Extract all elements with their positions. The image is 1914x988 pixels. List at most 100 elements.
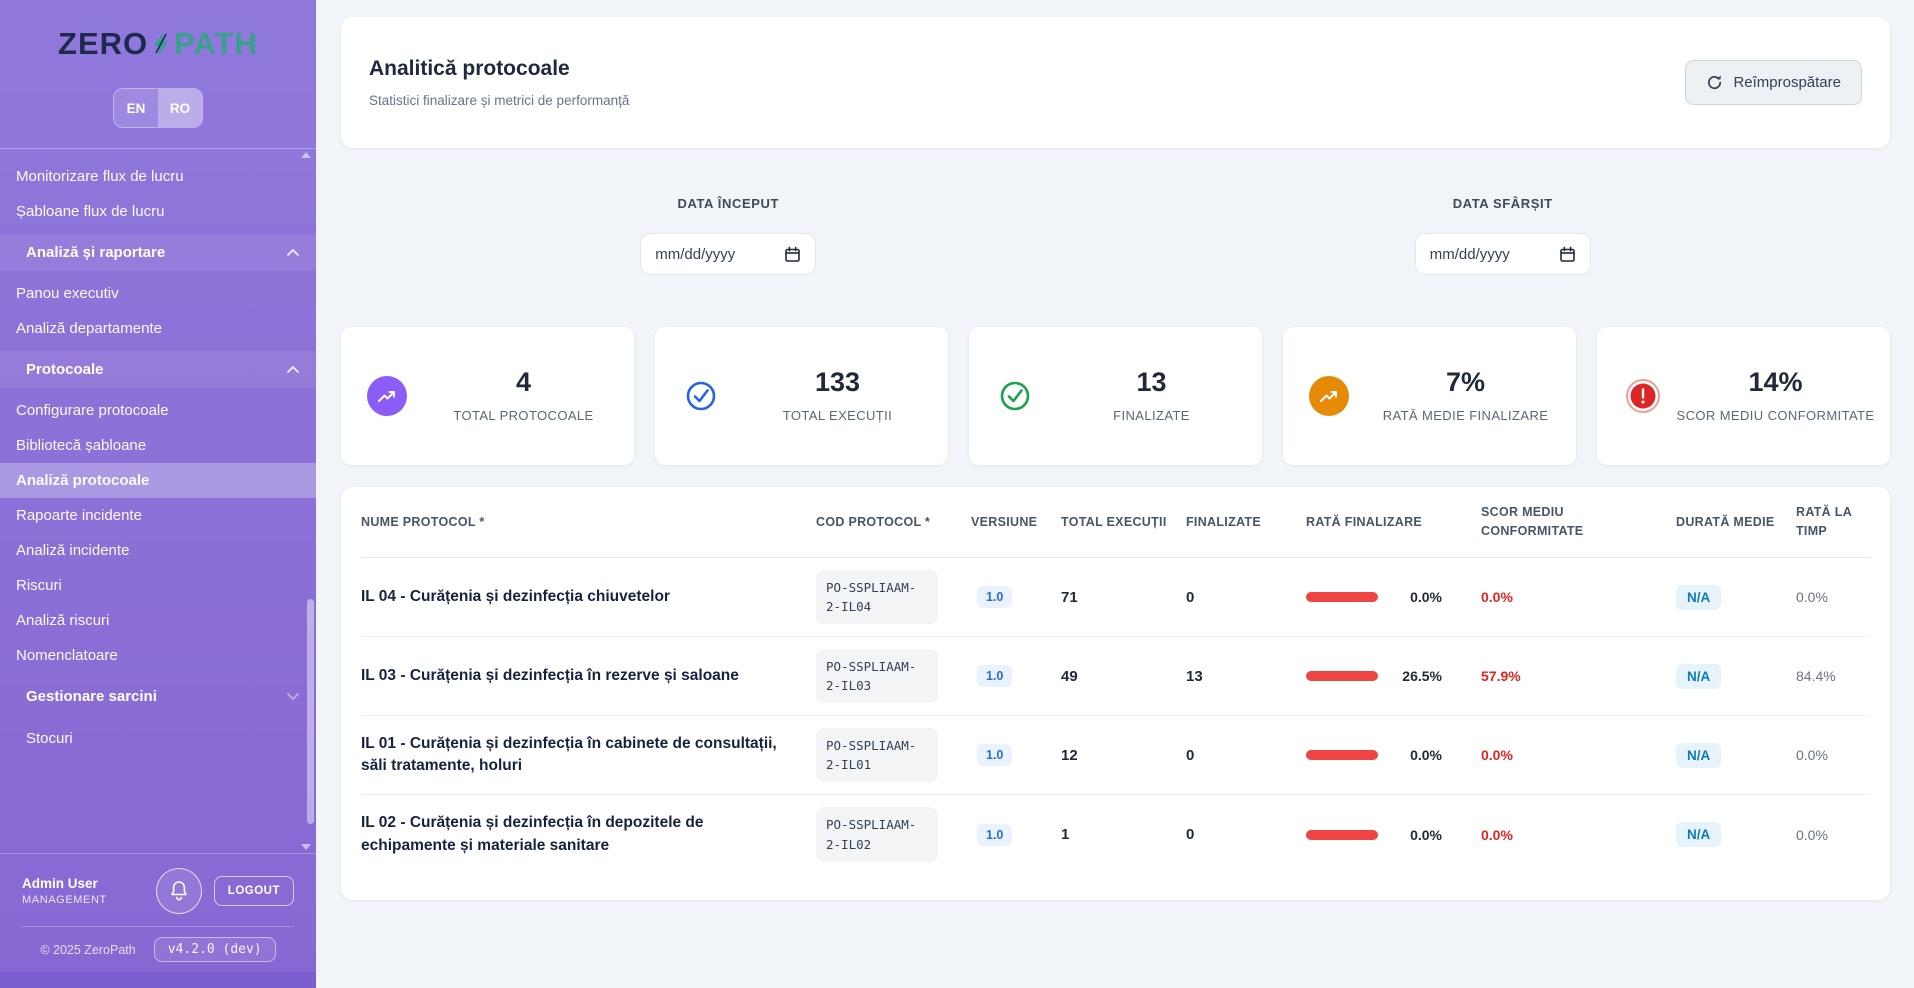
- language-en-button[interactable]: EN: [114, 89, 158, 127]
- version-badge: 1.0: [977, 824, 1012, 846]
- executions-value: 71: [1061, 589, 1186, 606]
- finalized-value: 0: [1186, 589, 1306, 606]
- table-row[interactable]: IL 03 - Curățenia și dezinfecția în reze…: [361, 637, 1870, 716]
- protocol-name: IL 03 - Curățenia și dezinfecția în reze…: [361, 665, 816, 687]
- sidebar-item-riscuri[interactable]: Riscuri: [0, 568, 316, 603]
- language-ro-button[interactable]: RO: [158, 89, 202, 127]
- completion-rate-cell: 0.0%: [1306, 827, 1481, 843]
- chevron-up-icon: [286, 365, 300, 374]
- page-title: Analitică protocoale: [369, 57, 629, 81]
- page-header-card: Analitică protocoale Statistici finaliza…: [341, 17, 1890, 148]
- trending-up-icon: [1309, 376, 1349, 416]
- stat-value: 133: [727, 367, 948, 398]
- refresh-button[interactable]: Reîmprospătare: [1685, 60, 1862, 105]
- scroll-down-icon[interactable]: [301, 844, 311, 850]
- col-finalizate: FINALIZATE: [1186, 513, 1306, 532]
- table-row[interactable]: IL 04 - Curățenia și dezinfecția chiuvet…: [361, 558, 1870, 637]
- table-header-row: NUME PROTOCOL * COD PROTOCOL * VERSIUNE …: [361, 487, 1870, 558]
- finalized-value: 0: [1186, 826, 1306, 843]
- col-cod-protocol: COD PROTOCOL *: [816, 513, 971, 532]
- scroll-up-icon[interactable]: [301, 152, 311, 158]
- sidebar-bottom-strip: [0, 972, 316, 988]
- protocol-code-badge: PO-SSPLIAAM-2-IL04: [816, 570, 938, 625]
- executions-value: 49: [1061, 668, 1186, 685]
- completion-rate-value: 0.0%: [1390, 827, 1442, 843]
- on-time-rate-value: 0.0%: [1796, 747, 1870, 763]
- sidebar: ZERO PATH EN RO Monitorizare flux de luc…: [0, 0, 316, 988]
- completion-rate-cell: 0.0%: [1306, 747, 1481, 763]
- main-content: Analitică protocoale Statistici finaliza…: [316, 0, 1914, 988]
- sidebar-item-nomenclatoare[interactable]: Nomenclatoare: [0, 638, 316, 673]
- col-versiune: VERSIUNE: [971, 513, 1061, 532]
- sidebar-item-panou-executiv[interactable]: Panou executiv: [0, 276, 316, 311]
- trending-up-icon: [367, 376, 407, 416]
- stat-label: FINALIZATE: [1041, 406, 1262, 426]
- stat-label: TOTAL PROTOCOALE: [413, 406, 634, 426]
- compliance-score-value: 0.0%: [1481, 747, 1676, 763]
- protocol-name: IL 04 - Curățenia și dezinfecția chiuvet…: [361, 586, 816, 608]
- stat-label: RATĂ MEDIE FINALIZARE: [1355, 406, 1576, 426]
- on-time-rate-value: 0.0%: [1796, 827, 1870, 843]
- sidebar-item-biblioteca-sabloane[interactable]: Bibliotecă șabloane: [0, 428, 316, 463]
- avg-duration-badge: N/A: [1676, 822, 1721, 847]
- stat-label: TOTAL EXECUȚII: [727, 406, 948, 426]
- completion-rate-value: 26.5%: [1390, 668, 1442, 684]
- end-date-input[interactable]: [1415, 233, 1591, 275]
- completion-rate-bar: [1306, 750, 1378, 760]
- protocol-name: IL 01 - Curățenia și dezinfecția în cabi…: [361, 733, 816, 778]
- check-circle-icon: [995, 376, 1035, 416]
- copyright-text: © 2025 ZeroPath: [40, 943, 135, 957]
- sidebar-item-analiza-departamente[interactable]: Analiză departamente: [0, 311, 316, 346]
- sidebar-section-protocoale[interactable]: Protocoale: [0, 351, 316, 388]
- chevron-down-icon: [286, 692, 300, 701]
- user-name: Admin User: [22, 876, 107, 891]
- version-badge: 1.0: [977, 665, 1012, 687]
- stat-value: 7%: [1355, 367, 1576, 398]
- sidebar-item-analiza-incidente[interactable]: Analiză incidente: [0, 533, 316, 568]
- stat-scor-mediu-conformitate: 14% SCOR MEDIU CONFORMITATE: [1597, 327, 1890, 465]
- stat-cards: 4 TOTAL PROTOCOALE 133 TOTAL EXECUȚII 13…: [341, 327, 1890, 465]
- completion-rate-bar: [1306, 830, 1378, 840]
- sidebar-item-configurare-protocoale[interactable]: Configurare protocoale: [0, 393, 316, 428]
- start-date-label: DATA ÎNCEPUT: [677, 196, 779, 211]
- sidebar-item-sabloane-flux[interactable]: Șabloane flux de lucru: [0, 194, 316, 229]
- start-date-field[interactable]: [655, 246, 755, 263]
- sidebar-section-analiza-raportare[interactable]: Analiză și raportare: [0, 234, 316, 271]
- logo-text-path: PATH: [174, 26, 258, 62]
- lightning-bolt-icon: [151, 31, 171, 57]
- section-label: Protocoale: [26, 361, 104, 378]
- date-filters: DATA ÎNCEPUT DATA SFÂRȘIT: [341, 196, 1890, 275]
- col-rata-finalizare: RATĂ FINALIZARE: [1306, 513, 1481, 532]
- finalized-value: 0: [1186, 747, 1306, 764]
- calendar-icon[interactable]: [1559, 246, 1576, 263]
- notifications-button[interactable]: [156, 868, 202, 914]
- start-date-input[interactable]: [640, 233, 816, 275]
- sidebar-item-stocuri[interactable]: Stocuri: [0, 721, 316, 756]
- compliance-score-value: 0.0%: [1481, 827, 1676, 843]
- version-badge: 1.0: [977, 744, 1012, 766]
- sidebar-item-analiza-riscuri[interactable]: Analiză riscuri: [0, 603, 316, 638]
- protocol-name: IL 02 - Curățenia și dezinfecția în depo…: [361, 812, 816, 857]
- on-time-rate-value: 0.0%: [1796, 589, 1870, 605]
- check-circle-icon: [681, 376, 721, 416]
- sidebar-section-gestionare-sarcini[interactable]: Gestionare sarcini: [0, 678, 316, 715]
- compliance-score-value: 0.0%: [1481, 589, 1676, 605]
- version-badge: v4.2.0 (dev): [154, 937, 276, 962]
- logout-button[interactable]: LOGOUT: [214, 876, 294, 906]
- avg-duration-badge: N/A: [1676, 585, 1721, 610]
- table-row[interactable]: IL 02 - Curățenia și dezinfecția în depo…: [361, 795, 1870, 874]
- sidebar-item-analiza-protocoale[interactable]: Analiză protocoale: [0, 463, 316, 498]
- stat-value: 4: [413, 367, 634, 398]
- executions-value: 12: [1061, 747, 1186, 764]
- protocol-code-badge: PO-SSPLIAAM-2-IL01: [816, 728, 938, 783]
- sidebar-item-rapoarte-incidente[interactable]: Rapoarte incidente: [0, 498, 316, 533]
- calendar-icon[interactable]: [784, 246, 801, 263]
- end-date-field[interactable]: [1430, 246, 1530, 263]
- end-date-label: DATA SFÂRȘIT: [1453, 196, 1553, 211]
- avg-duration-badge: N/A: [1676, 743, 1721, 768]
- logo-text-zero: ZERO: [58, 26, 148, 62]
- sidebar-item-monitorizare-flux[interactable]: Monitorizare flux de lucru: [0, 159, 316, 194]
- sidebar-scrollbar[interactable]: [307, 599, 314, 824]
- table-row[interactable]: IL 01 - Curățenia și dezinfecția în cabi…: [361, 716, 1870, 795]
- stat-value: 14%: [1661, 367, 1890, 398]
